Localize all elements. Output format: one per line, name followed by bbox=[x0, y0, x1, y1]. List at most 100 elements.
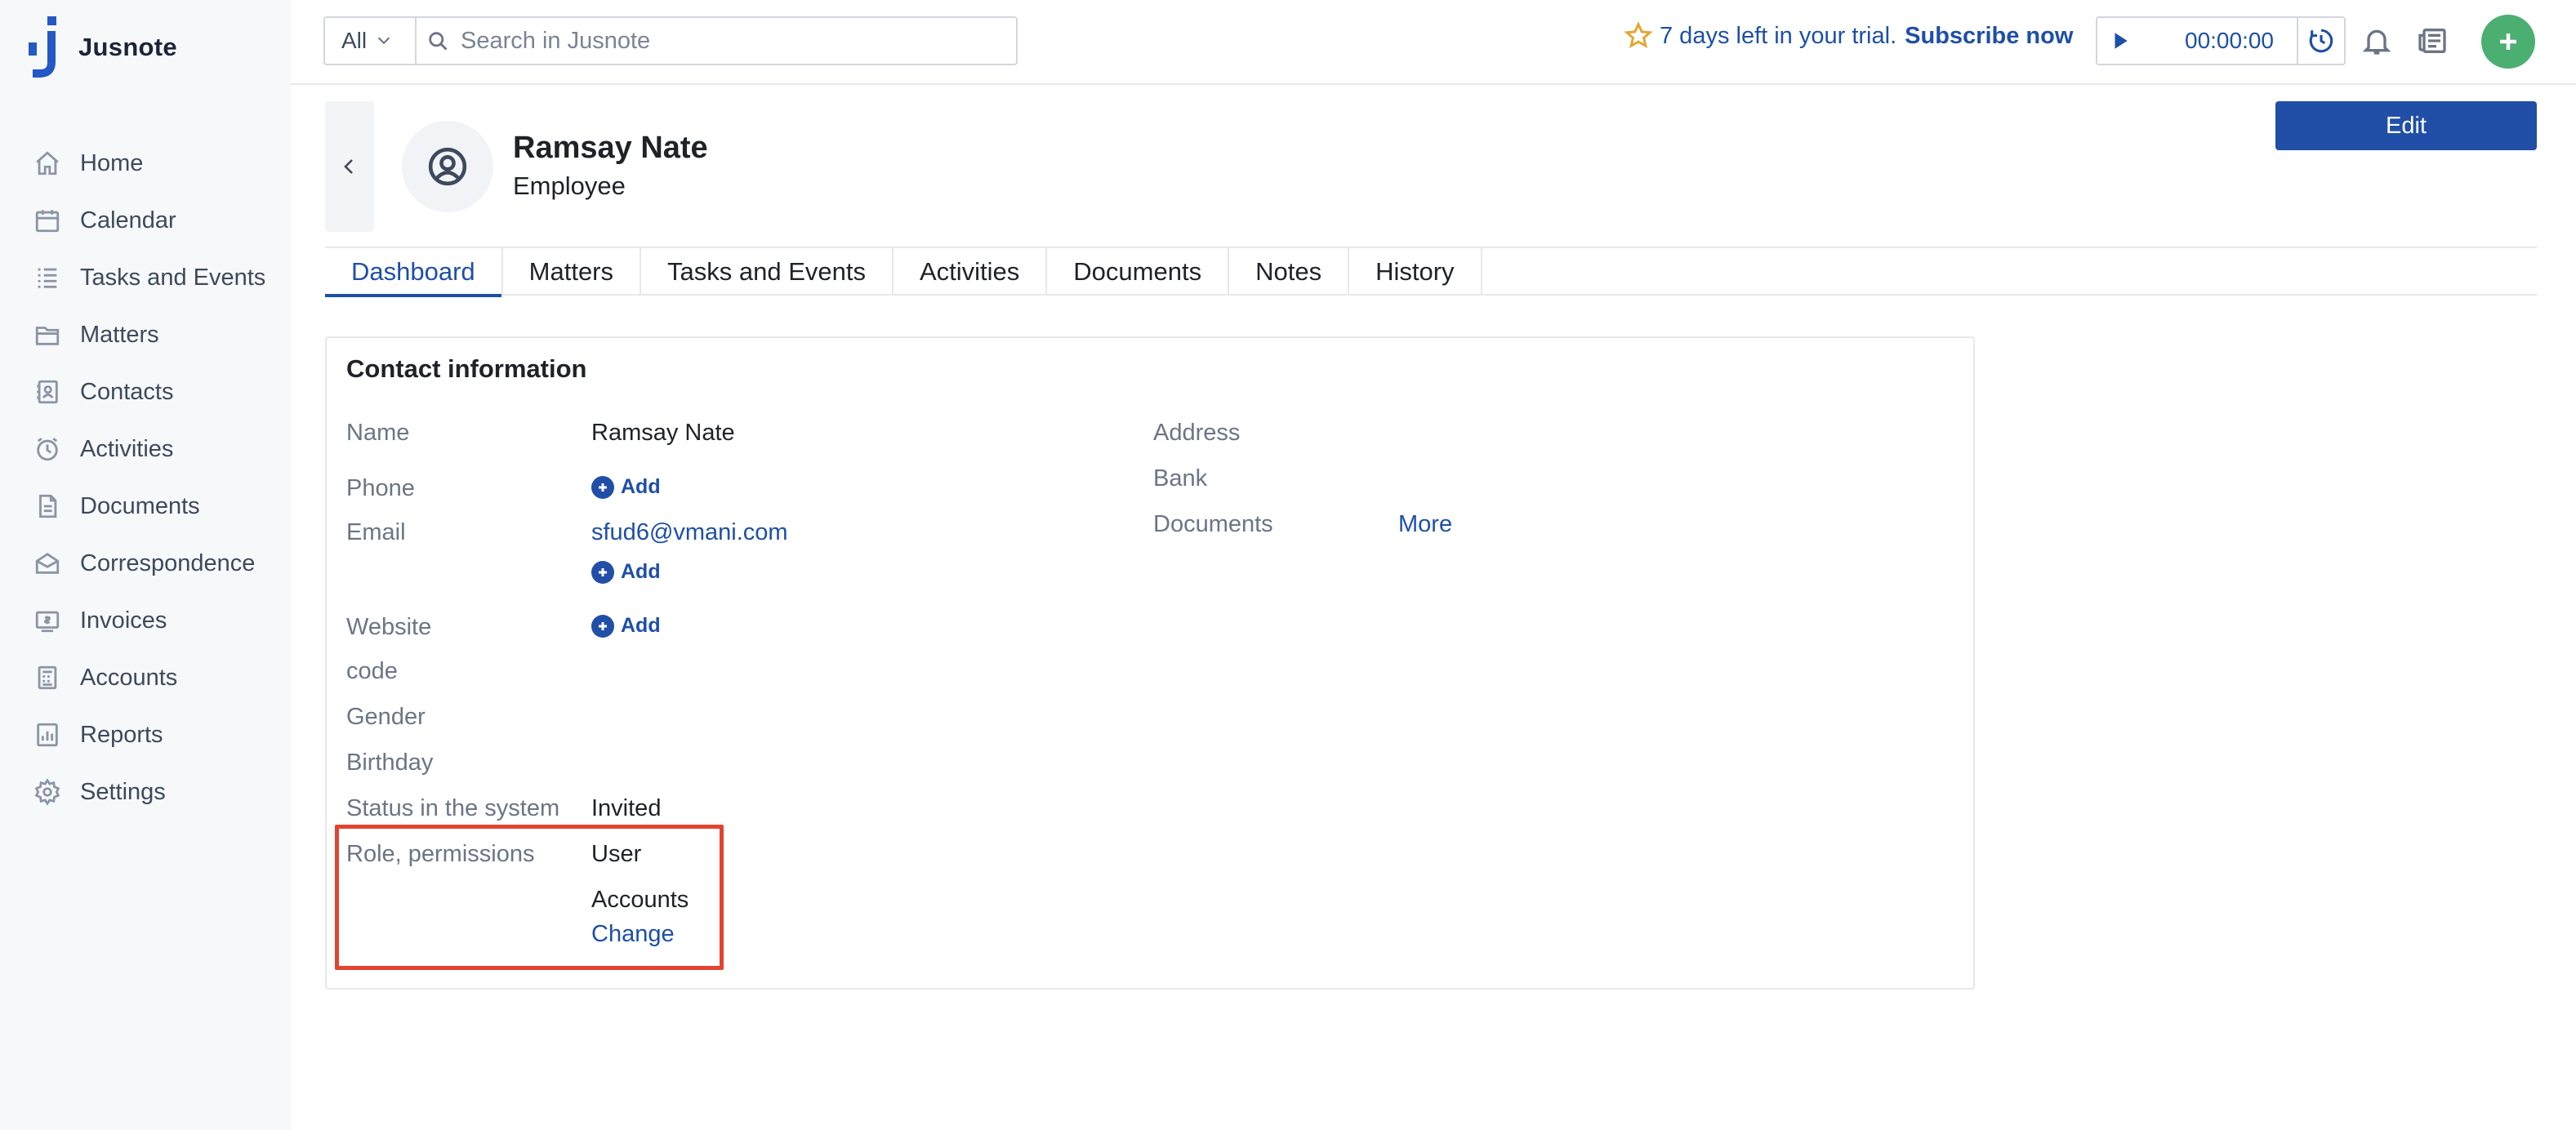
news-button[interactable] bbox=[2414, 23, 2450, 59]
reports-icon bbox=[33, 720, 62, 750]
phone-label: Phone bbox=[346, 475, 415, 501]
trial-text: 7 days left in your trial. bbox=[1660, 22, 1897, 49]
name-value: Ramsay Nate bbox=[591, 420, 735, 446]
status-value: Invited bbox=[591, 795, 662, 821]
plus-circle-icon bbox=[591, 475, 614, 499]
sidebar-item-settings[interactable]: Settings bbox=[0, 763, 291, 821]
jusnote-logo-icon bbox=[29, 16, 56, 78]
sidebar-item-matters[interactable]: Matters bbox=[0, 306, 291, 363]
sidebar-item-label: Settings bbox=[80, 778, 166, 805]
email-link[interactable]: sfud6@vmani.com bbox=[591, 519, 788, 546]
add-phone-button[interactable]: Add bbox=[591, 475, 661, 499]
chevron-left-icon bbox=[344, 159, 353, 174]
search-scope-value: All bbox=[341, 28, 368, 53]
chevron-down-icon bbox=[378, 37, 390, 45]
tab-tasks-and-events[interactable]: Tasks and Events bbox=[641, 248, 894, 296]
tab-documents[interactable]: Documents bbox=[1047, 248, 1230, 296]
timer-start-button[interactable] bbox=[2097, 18, 2143, 64]
code-label: code bbox=[346, 658, 398, 684]
documents-label: Documents bbox=[1153, 511, 1273, 537]
sidebar-item-label: Activities bbox=[80, 435, 174, 462]
sidebar-item-documents[interactable]: Documents bbox=[0, 478, 291, 535]
sidebar-item-invoices[interactable]: Invoices bbox=[0, 592, 291, 649]
sidebar-item-label: Invoices bbox=[80, 607, 167, 634]
role-permissions-highlight bbox=[335, 825, 724, 970]
sidebar-item-label: Correspondence bbox=[80, 549, 256, 576]
plus-circle-icon bbox=[591, 560, 614, 584]
tab-notes[interactable]: Notes bbox=[1229, 248, 1350, 296]
activities-icon bbox=[33, 434, 62, 464]
search-scope-select[interactable]: All bbox=[325, 18, 417, 64]
global-search: All bbox=[323, 16, 1018, 65]
invoices-icon bbox=[33, 606, 62, 635]
notifications-button[interactable] bbox=[2359, 23, 2395, 59]
sidebar-item-calendar[interactable]: Calendar bbox=[0, 192, 291, 249]
calendar-icon bbox=[33, 206, 62, 235]
timer-history-button[interactable] bbox=[2297, 18, 2344, 64]
contact-name: Ramsay Nate bbox=[513, 131, 708, 165]
plus-icon bbox=[2500, 33, 2516, 50]
app-name: Jusnote bbox=[78, 33, 177, 61]
profile-tabs: Dashboard Matters Tasks and Events Activ… bbox=[325, 247, 2537, 297]
sidebar-item-accounts[interactable]: Accounts bbox=[0, 649, 291, 706]
sidebar-item-correspondence[interactable]: Correspondence bbox=[0, 535, 291, 592]
bell-icon bbox=[2362, 29, 2391, 55]
trial-banner: 7 days left in your trial. Subscribe now bbox=[1624, 21, 2073, 51]
birthday-label: Birthday bbox=[346, 750, 434, 776]
website-label: Website bbox=[346, 614, 432, 640]
correspondence-icon bbox=[33, 549, 62, 578]
tab-dashboard[interactable]: Dashboard bbox=[325, 248, 503, 297]
search-input[interactable] bbox=[461, 27, 1000, 55]
add-label: Add bbox=[621, 560, 661, 583]
back-button[interactable] bbox=[325, 101, 374, 232]
sidebar-item-label: Tasks and Events bbox=[80, 264, 266, 291]
create-new-button[interactable] bbox=[2481, 15, 2535, 69]
documents-icon bbox=[33, 492, 62, 521]
plus-circle-icon bbox=[591, 614, 614, 638]
clock-history-icon bbox=[2309, 29, 2333, 53]
add-label: Add bbox=[621, 475, 661, 498]
status-label: Status in the system bbox=[346, 795, 560, 821]
sidebar-item-label: Reports bbox=[80, 721, 163, 748]
edit-button[interactable]: Edit bbox=[2275, 101, 2537, 150]
gear-icon bbox=[33, 777, 62, 807]
name-label: Name bbox=[346, 420, 410, 446]
tasks-icon bbox=[33, 263, 62, 292]
sidebar-item-activities[interactable]: Activities bbox=[0, 420, 291, 478]
card-title: Contact information bbox=[346, 354, 587, 383]
home-icon bbox=[33, 149, 62, 178]
sidebar-item-tasks-and-events[interactable]: Tasks and Events bbox=[0, 249, 291, 306]
matters-icon bbox=[33, 320, 62, 349]
sidebar-item-contacts[interactable]: Contacts bbox=[0, 363, 291, 420]
play-icon bbox=[2115, 33, 2128, 49]
sidebar-item-label: Matters bbox=[80, 321, 159, 348]
sidebar-item-label: Contacts bbox=[80, 378, 174, 405]
bank-label: Bank bbox=[1153, 465, 1208, 492]
search-icon bbox=[426, 29, 449, 52]
newspaper-icon bbox=[2418, 29, 2446, 53]
sidebar-nav: Home Calendar Tasks and Events Matters C… bbox=[0, 135, 291, 821]
sidebar-item-label: Documents bbox=[80, 492, 200, 519]
tab-matters[interactable]: Matters bbox=[503, 248, 642, 296]
sidebar-item-label: Home bbox=[80, 149, 144, 176]
documents-more-link[interactable]: More bbox=[1398, 511, 1452, 538]
contact-role: Employee bbox=[513, 171, 626, 200]
sidebar: Jusnote Home Calendar Tasks and Events M… bbox=[0, 0, 291, 1130]
gender-label: Gender bbox=[346, 704, 426, 730]
address-label: Address bbox=[1153, 420, 1241, 446]
tab-history[interactable]: History bbox=[1349, 248, 1482, 296]
sidebar-item-reports[interactable]: Reports bbox=[0, 706, 291, 763]
sidebar-item-home[interactable]: Home bbox=[0, 135, 291, 192]
add-label: Add bbox=[621, 614, 661, 637]
tab-activities[interactable]: Activities bbox=[894, 248, 1048, 296]
sidebar-item-label: Calendar bbox=[80, 207, 176, 234]
timer-value: 00:00:00 bbox=[2185, 28, 2274, 53]
time-tracker: 00:00:00 bbox=[2096, 16, 2346, 65]
subscribe-link[interactable]: Subscribe now bbox=[1905, 23, 2073, 50]
top-bar: All 7 days left in your trial. Subscribe… bbox=[291, 0, 2576, 85]
star-icon bbox=[1624, 21, 1653, 49]
add-website-button[interactable]: Add bbox=[591, 614, 661, 638]
app-logo[interactable]: Jusnote bbox=[28, 16, 177, 78]
sidebar-item-label: Accounts bbox=[80, 664, 178, 691]
add-email-button[interactable]: Add bbox=[591, 560, 661, 584]
